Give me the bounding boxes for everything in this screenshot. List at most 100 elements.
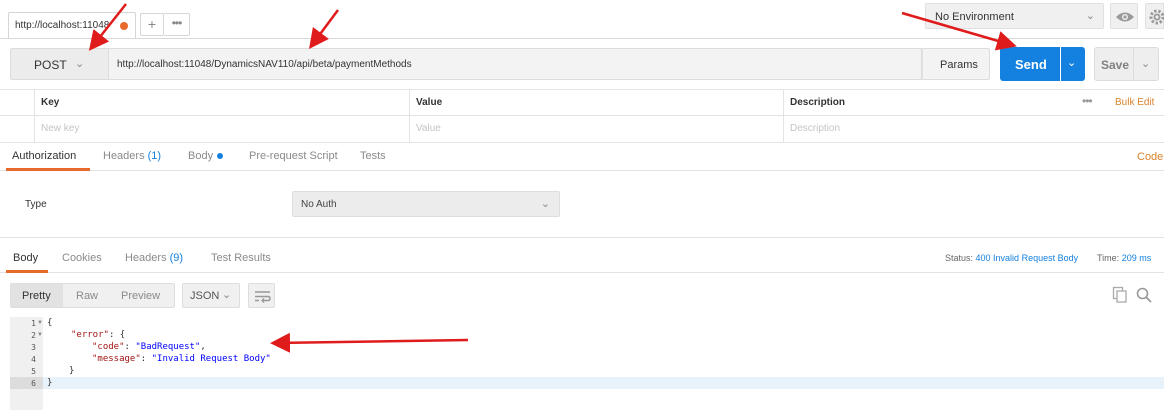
line-number: 3	[31, 343, 36, 352]
copy-icon[interactable]	[1112, 286, 1128, 304]
json-value-code: "BadRequest"	[135, 342, 201, 352]
chevron-down-icon: ⌄	[1085, 10, 1095, 22]
url-input[interactable]: http://localhost:11048/DynamicsNAV110/ap…	[108, 48, 922, 80]
json-outer-close: }	[47, 378, 53, 388]
method-select[interactable]: POST ⌄	[10, 48, 108, 80]
json-error-open: : {	[108, 330, 126, 340]
json-open-brace: {	[47, 318, 53, 328]
chevron-down-icon: ⌄	[75, 58, 85, 70]
tab-authorization[interactable]: Authorization	[12, 150, 76, 162]
params-new-row: New key Value Description	[0, 115, 1164, 142]
new-value-input[interactable]: Value	[409, 116, 783, 142]
send-button-label: Send	[1015, 57, 1047, 72]
chevron-down-icon: ⌄	[1067, 57, 1077, 69]
line-number: 5	[31, 367, 36, 376]
json-key-message: "message"	[92, 354, 141, 364]
response-tab-headers-count: (9)	[169, 252, 184, 264]
new-key-placeholder: New key	[41, 123, 80, 134]
pretty-button[interactable]: Pretty	[22, 290, 51, 302]
time-value: 209 ms	[1121, 253, 1152, 263]
params-button[interactable]: Params	[922, 48, 990, 80]
active-tab-underline	[6, 168, 90, 171]
format-select[interactable]: JSON ⌄	[182, 283, 240, 308]
preview-button[interactable]: Preview	[121, 290, 160, 302]
params-header-value-label: Value	[416, 97, 443, 108]
response-tab-test-results[interactable]: Test Results	[211, 252, 271, 264]
authorization-panel	[0, 172, 1164, 238]
new-value-placeholder: Value	[416, 123, 441, 134]
params-header-description: Description	[783, 90, 1073, 116]
params-header-key-label: Key	[41, 97, 60, 108]
tab-headers[interactable]: Headers (1)	[103, 150, 161, 162]
active-response-tab-underline	[6, 270, 48, 273]
time-label: Time:	[1097, 253, 1120, 263]
chevron-down-icon: ⌄	[1141, 58, 1151, 70]
line-number: 1	[31, 319, 36, 328]
tab-more-button[interactable]: •••	[164, 13, 190, 36]
json-key-code: "code"	[92, 342, 125, 352]
status-label: Status:	[945, 253, 974, 263]
response-tab-cookies[interactable]: Cookies	[62, 252, 102, 264]
tab-headers-count: (1)	[147, 150, 162, 162]
code-line-6: }	[47, 378, 52, 388]
params-table: Key Value Description New key Value Desc…	[0, 89, 1164, 142]
save-options-button[interactable]: ⌄	[1134, 47, 1159, 81]
new-key-input[interactable]: New key	[34, 116, 409, 142]
wrap-lines-button[interactable]	[248, 283, 275, 308]
line-number: 2	[31, 331, 36, 340]
new-tab-button[interactable]: +	[140, 13, 164, 36]
fold-arrow-icon[interactable]: ▼	[37, 320, 43, 326]
response-status: Status: 400 Invalid Request Body	[945, 253, 1078, 263]
new-description-placeholder: Description	[790, 123, 841, 134]
params-header-description-label: Description	[790, 97, 846, 108]
environment-quick-look-button[interactable]	[1110, 3, 1138, 29]
json-inner-close: }	[69, 366, 75, 376]
settings-button[interactable]	[1145, 3, 1164, 29]
code-line-1: {	[47, 318, 52, 328]
send-options-button[interactable]: ⌄	[1061, 47, 1085, 81]
line-number: 6	[31, 379, 36, 388]
json-value-message: "Invalid Request Body"	[151, 354, 271, 364]
chevron-down-icon: ⌄	[222, 289, 232, 301]
unsaved-indicator-dot	[120, 22, 128, 30]
auth-type-select[interactable]: No Auth ⌄	[292, 191, 560, 217]
response-tab-headers-label: Headers	[125, 252, 167, 264]
gear-icon	[1149, 9, 1164, 25]
status-value: 400 Invalid Request Body	[975, 253, 1079, 263]
save-button[interactable]: Save	[1094, 47, 1134, 81]
environment-select[interactable]: No Environment ⌄	[925, 3, 1104, 29]
request-tab-title: http://localhost:11048	[15, 20, 110, 31]
format-select-value: JSON	[190, 290, 220, 302]
code-line-5: }	[69, 366, 74, 376]
tab-body[interactable]: Body	[188, 150, 213, 162]
eye-icon	[1116, 12, 1134, 22]
tab-tests[interactable]: Tests	[360, 150, 386, 162]
url-input-value: http://localhost:11048/DynamicsNAV110/ap…	[117, 59, 412, 70]
save-button-label: Save	[1101, 58, 1130, 72]
response-time: Time: 209 ms	[1097, 253, 1151, 263]
line-number: 4	[31, 355, 36, 364]
response-tab-body[interactable]: Body	[13, 252, 38, 264]
params-more-button[interactable]: •••	[1082, 94, 1093, 108]
code-line-3: "code": "BadRequest",	[92, 342, 206, 352]
auth-type-value: No Auth	[301, 199, 337, 210]
wrap-lines-icon	[255, 291, 271, 303]
response-tab-headers[interactable]: Headers (9)	[125, 252, 183, 264]
raw-button[interactable]: Raw	[76, 290, 98, 302]
tab-pre-request-script[interactable]: Pre-request Script	[249, 150, 338, 162]
bulk-edit-link[interactable]: Bulk Edit	[1115, 97, 1154, 108]
request-tabs	[0, 143, 1164, 171]
method-select-value: POST	[34, 58, 67, 72]
generate-code-link[interactable]: Code	[1137, 151, 1163, 163]
request-tab[interactable]: http://localhost:11048	[8, 12, 136, 39]
params-button-label: Params	[940, 59, 978, 71]
new-description-input[interactable]: Description	[783, 116, 1164, 142]
params-header-value: Value	[409, 90, 783, 116]
send-button[interactable]: Send	[1000, 47, 1060, 81]
active-line-highlight	[43, 377, 1164, 389]
params-header-key: Key	[34, 90, 409, 116]
fold-arrow-icon[interactable]: ▼	[37, 332, 43, 338]
body-indicator-dot	[217, 153, 223, 159]
tab-headers-label: Headers	[103, 150, 145, 162]
search-icon[interactable]	[1135, 286, 1153, 304]
